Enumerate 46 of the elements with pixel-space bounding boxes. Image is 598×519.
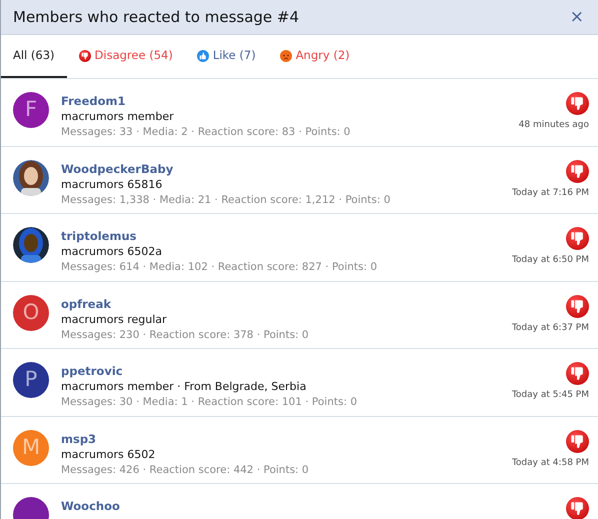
member-name[interactable]: Woochoo: [61, 499, 120, 514]
avatar-letter: F: [24, 96, 38, 124]
dialog-title: Members who reacted to message #4: [13, 6, 300, 28]
avatar-letter: O: [22, 298, 40, 326]
reaction-tab[interactable]: Angry (2): [268, 35, 362, 78]
thumbs-down-icon: [566, 430, 589, 452]
member-title: macrumors 6502a: [61, 244, 163, 259]
member-stats: Messages: 230 · Reaction score: 378 · Points: 0: [61, 328, 310, 342]
close-button[interactable]: ×: [570, 8, 584, 26]
reaction-tab[interactable]: All (63): [1, 35, 67, 78]
thumbs-down-icon: [566, 227, 589, 250]
member-stats: Messages: 30 · Media: 1 · Reaction score: 101 · Points: 0: [61, 395, 358, 410]
thumbs-down-icon: [78, 50, 91, 62]
avatar[interactable]: F: [13, 92, 49, 128]
member-name[interactable]: triptolemus: [61, 229, 136, 244]
reaction-time: 48 minutes ago: [518, 119, 589, 132]
reaction-tab[interactable]: Disagree (54): [66, 35, 185, 78]
reaction-tab[interactable]: Like (7): [184, 35, 268, 78]
thumbs-down-icon: [566, 294, 589, 318]
thumbs-up-icon: [196, 50, 209, 62]
avatar[interactable]: P: [13, 362, 49, 398]
thumbs-down-icon: [566, 362, 589, 385]
avatar-letter: M: [22, 434, 40, 461]
reaction-time: Today at 7:16 PM: [512, 186, 589, 200]
member-stats: Messages: 426 · Reaction score: 442 · Points: 0: [61, 462, 310, 478]
member-title: macrumors regular: [61, 312, 168, 326]
member-stats: Messages: 1,338 · Media: 21 · Reaction score: 1,212 · Points: 0: [61, 192, 392, 208]
member-stats: Messages: 614 · Media: 102 · Reaction score: 827 · Points: 0: [61, 260, 378, 275]
member-name[interactable]: opfreak: [61, 296, 112, 312]
member-title: macrumors member: [61, 109, 175, 124]
member-name[interactable]: ppetrovic: [61, 364, 123, 379]
member-title: macrumors member · From Belgrade, Serbia: [61, 379, 308, 394]
reaction-time: Today at 6:50 PM: [512, 254, 589, 267]
member-name[interactable]: Freedom1: [61, 94, 126, 109]
reaction-time: Today at 5:45 PM: [512, 389, 589, 402]
reaction-time: Today at 6:37 PM: [512, 322, 589, 334]
member-title: macrumors 65816: [61, 176, 164, 192]
member-name[interactable]: WoodpeckerBaby: [61, 162, 174, 176]
avatar-letter: P: [24, 366, 38, 394]
member-stats: Messages: 33 · Media: 2 · Reaction score: 83 · Points: 0: [61, 125, 352, 140]
reaction-time: Today at 4:58 PM: [512, 456, 589, 470]
thumbs-down-icon: [566, 92, 589, 115]
angry-face-icon: [280, 50, 292, 62]
thumbs-down-icon: [566, 160, 589, 182]
member-name[interactable]: msp3: [61, 432, 96, 446]
member-title: macrumors 6502: [61, 446, 156, 462]
